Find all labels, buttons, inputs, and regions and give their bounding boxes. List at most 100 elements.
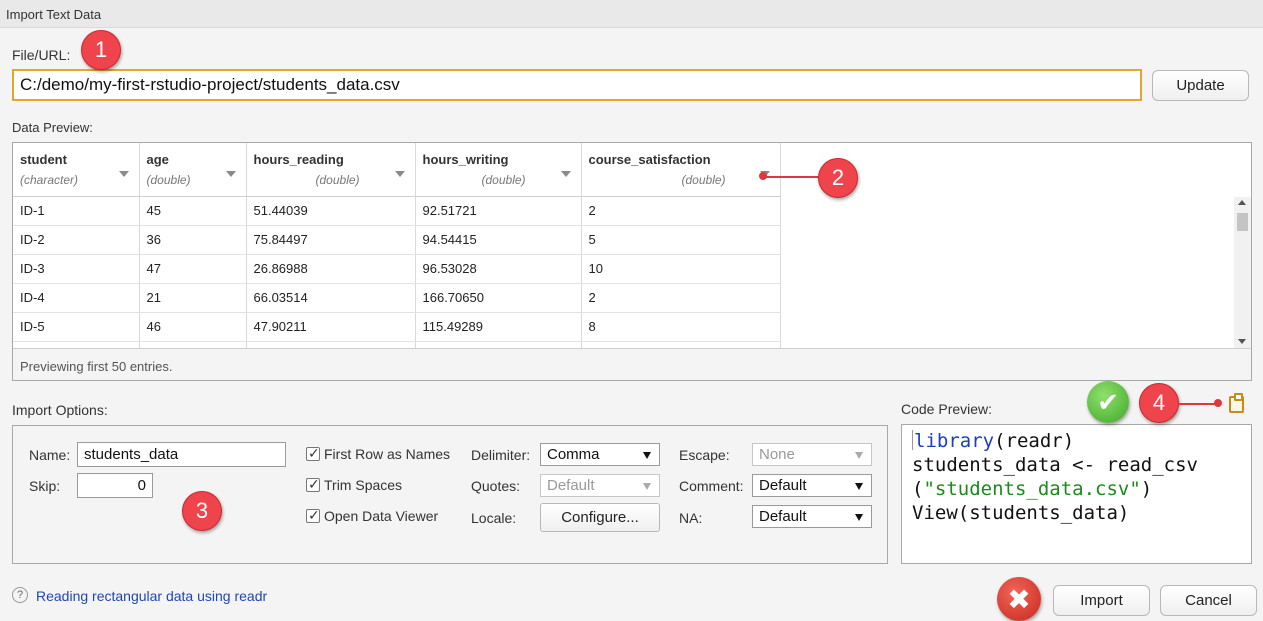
quotes-value: Default <box>547 477 595 494</box>
table-row: ID-5 46 47.90211 115.49289 8 <box>13 312 781 342</box>
column-header-age[interactable]: age (double) <box>139 143 247 197</box>
text-cursor <box>912 430 913 450</box>
na-select[interactable]: Default <box>752 505 872 528</box>
scroll-up-arrow-icon[interactable] <box>1238 200 1246 205</box>
name-input[interactable] <box>77 442 286 467</box>
scrollbar-thumb[interactable] <box>1237 213 1248 231</box>
import-options-label: Import Options: <box>12 402 108 418</box>
trim-spaces-label[interactable]: Trim Spaces <box>324 477 402 493</box>
readr-help-link[interactable]: Reading rectangular data using readr <box>36 588 267 604</box>
table-cell: ID-5 <box>13 312 140 342</box>
column-type: (double) <box>315 173 360 187</box>
escape-select: None <box>752 443 872 466</box>
callout-badge-4: 4 <box>1139 383 1179 423</box>
delimiter-label: Delimiter: <box>471 447 531 463</box>
quotes-label: Quotes: <box>471 478 521 494</box>
open-data-viewer-label[interactable]: Open Data Viewer <box>324 508 438 524</box>
table-cell: 2 <box>581 196 781 226</box>
code-string: "students_data.csv" <box>923 478 1141 500</box>
column-name: student <box>20 152 67 167</box>
delimiter-value: Comma <box>547 446 600 463</box>
preview-footer: Previewing first 50 entries. <box>13 348 1251 380</box>
column-menu-arrow-icon[interactable] <box>560 171 571 177</box>
column-header-hours-reading[interactable]: hours_reading (double) <box>246 143 416 197</box>
data-preview-panel: student (character) age (double) hours_r… <box>12 142 1252 381</box>
table-cell: ID-2 <box>13 225 140 255</box>
update-button[interactable]: Update <box>1152 70 1249 101</box>
table-cell: 45 <box>139 196 247 226</box>
dropdown-caret-icon <box>855 483 863 490</box>
column-type: (character) <box>20 173 79 187</box>
code-preview-label: Code Preview: <box>901 401 993 417</box>
column-menu-arrow-icon[interactable] <box>118 171 129 177</box>
open-data-viewer-checkbox[interactable] <box>306 507 320 524</box>
na-label: NA: <box>679 510 703 526</box>
table-cell: 115.49289 <box>415 312 582 342</box>
column-name: course_satisfaction <box>588 152 711 167</box>
dropdown-caret-icon <box>643 452 651 459</box>
column-header-student[interactable]: student (character) <box>13 143 140 197</box>
file-url-label: File/URL: <box>12 47 71 63</box>
comment-value: Default <box>759 477 807 494</box>
code-text: ( <box>912 478 924 500</box>
scroll-down-arrow-icon[interactable] <box>1238 339 1246 344</box>
callout-4-connector <box>1179 403 1219 405</box>
table-cell: 5 <box>581 225 781 255</box>
column-header-course-satisfaction[interactable]: course_satisfaction (double) <box>581 143 781 197</box>
code-text: ) <box>1140 478 1153 500</box>
table-cell: ID-3 <box>13 254 140 284</box>
first-row-as-names-label[interactable]: First Row as Names <box>324 446 450 462</box>
table-cell: 21 <box>139 283 247 313</box>
dropdown-caret-icon <box>643 483 651 490</box>
callout-badge-2: 2 <box>818 158 858 198</box>
import-button[interactable]: Import <box>1053 585 1150 616</box>
first-row-as-names-checkbox[interactable] <box>306 445 320 462</box>
configure-locale-button[interactable]: Configure... <box>540 503 660 532</box>
table-cell: 36 <box>139 225 247 255</box>
skip-label: Skip: <box>29 478 61 494</box>
table-cell: 96.53028 <box>415 254 582 284</box>
code-line: View(students_data) <box>912 502 1130 524</box>
table-row: ID-3 47 26.86988 96.53028 10 <box>13 254 781 284</box>
callout-badge-3: 3 <box>182 491 222 531</box>
table-cell: 66.03514 <box>246 283 416 313</box>
column-type: (double) <box>681 173 726 187</box>
column-name: hours_reading <box>253 152 344 167</box>
locale-label: Locale: <box>471 510 517 526</box>
preview-vertical-scrollbar[interactable] <box>1234 197 1251 348</box>
data-preview-table: student (character) age (double) hours_r… <box>13 143 781 349</box>
column-menu-arrow-icon[interactable] <box>225 171 236 177</box>
column-menu-arrow-icon[interactable] <box>394 171 405 177</box>
table-cell: 2 <box>581 283 781 313</box>
table-cell: 47 <box>139 254 247 284</box>
code-preview-box[interactable]: library(readr) students_data <- read_csv… <box>901 424 1252 564</box>
na-value: Default <box>759 508 807 525</box>
trim-spaces-checkbox[interactable] <box>306 476 320 493</box>
preview-count-text: Previewing first 50 entries. <box>20 359 173 374</box>
delimiter-select[interactable]: Comma <box>540 443 660 466</box>
escape-value: None <box>759 446 795 463</box>
quotes-select: Default <box>540 474 660 497</box>
table-cell: 51.44039 <box>246 196 416 226</box>
table-cell: 92.51721 <box>415 196 582 226</box>
name-label: Name: <box>29 447 71 463</box>
table-cell: ID-4 <box>13 283 140 313</box>
table-row: ID-4 21 66.03514 166.70650 2 <box>13 283 781 313</box>
cancel-button[interactable]: Cancel <box>1160 585 1257 616</box>
comment-select[interactable]: Default <box>752 474 872 497</box>
column-name: hours_writing <box>422 152 509 167</box>
import-options-panel: Name: Skip: First Row as Names Trim Spac… <box>12 425 888 564</box>
help-icon[interactable]: ? <box>12 587 28 603</box>
checkmark-icon: ✔ <box>1087 381 1129 423</box>
copy-clipboard-icon[interactable] <box>1229 393 1244 413</box>
escape-label: Escape: <box>679 447 730 463</box>
table-cell: 47.90211 <box>246 312 416 342</box>
comment-label: Comment: <box>679 478 744 494</box>
table-cell: 75.84497 <box>246 225 416 255</box>
table-cell: 46 <box>139 312 247 342</box>
code-text: (readr) <box>994 430 1075 452</box>
skip-input[interactable] <box>77 473 153 498</box>
column-header-hours-writing[interactable]: hours_writing (double) <box>415 143 582 197</box>
file-url-input[interactable] <box>12 69 1142 101</box>
table-cell: 8 <box>581 312 781 342</box>
